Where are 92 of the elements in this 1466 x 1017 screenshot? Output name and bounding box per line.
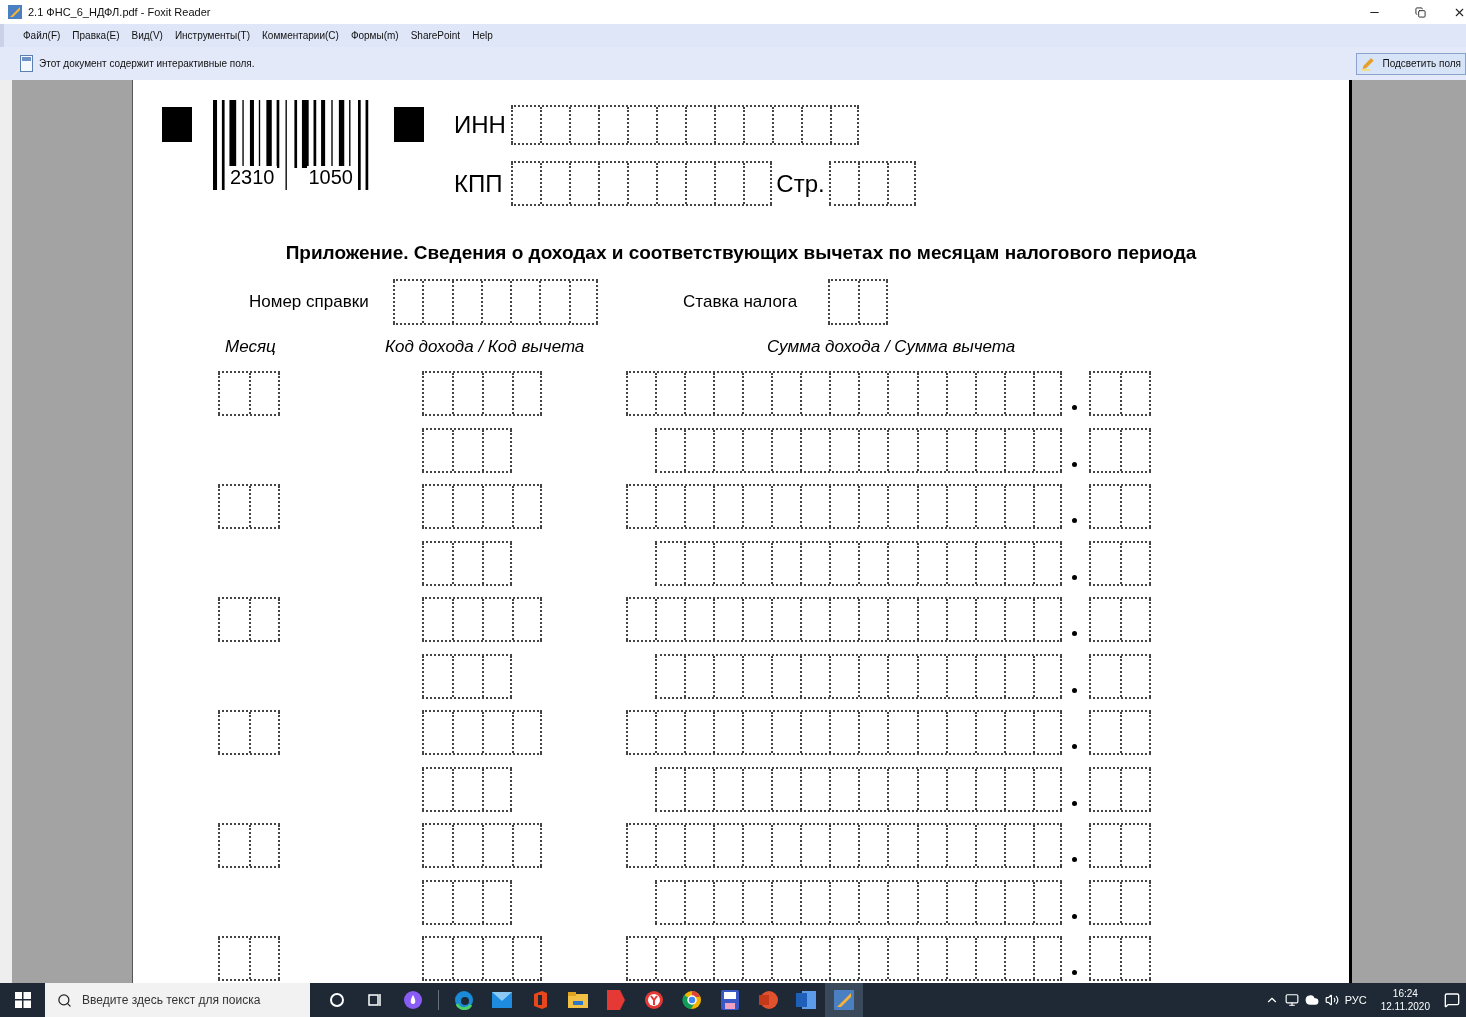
digit-cells-field[interactable] <box>422 371 542 416</box>
certificate-number-label: Номер справки <box>249 292 370 312</box>
menu-item[interactable]: Комментарии(C) <box>257 28 344 43</box>
digit-cells-field[interactable] <box>422 540 512 586</box>
digit-cells-field[interactable] <box>422 710 542 755</box>
clock-time[interactable]: 16:24 <box>1392 987 1418 1000</box>
digit-cells-field[interactable] <box>654 540 1062 586</box>
decimal-point-dot <box>1072 631 1077 636</box>
app-logo-icon <box>8 5 22 19</box>
digit-cells-field[interactable] <box>422 427 512 473</box>
digit-cells-field[interactable] <box>654 879 1062 925</box>
digit-cells-field[interactable] <box>422 766 512 812</box>
digit-cells-field[interactable] <box>1089 371 1151 416</box>
digit-cells-field[interactable] <box>1089 427 1151 473</box>
digit-cells-field[interactable] <box>1089 766 1151 812</box>
document-icon <box>20 55 33 72</box>
digit-cells-field[interactable] <box>218 823 280 868</box>
marker-square <box>394 107 424 142</box>
digit-cells-field[interactable] <box>218 597 280 642</box>
menu-item[interactable]: Инструменты(T) <box>169 28 255 43</box>
digit-cells-field[interactable] <box>625 936 1062 981</box>
tax-rate-label: Ставка налога <box>683 292 799 312</box>
digit-cells-field[interactable] <box>511 105 859 145</box>
decimal-point-dot <box>1072 913 1077 919</box>
digit-cells-field[interactable] <box>422 484 542 529</box>
cloud-icon[interactable] <box>1304 993 1319 1007</box>
digit-cells-field[interactable] <box>625 597 1062 642</box>
column-header: Месяц <box>225 337 277 357</box>
notifications-icon[interactable] <box>1444 992 1460 1008</box>
windows-logo-icon[interactable] <box>14 992 31 1008</box>
digit-cells-field[interactable] <box>654 427 1062 473</box>
search-icon[interactable] <box>57 992 72 1008</box>
digit-cells-field[interactable] <box>218 484 280 529</box>
digit-cells-field[interactable] <box>1089 710 1151 755</box>
menu-item[interactable]: Правка(E) <box>67 28 125 43</box>
digit-cells-field[interactable] <box>654 653 1062 699</box>
page-label: Стр. <box>775 169 826 198</box>
language-indicator[interactable]: РУС <box>1344 994 1367 1006</box>
digit-cells-field[interactable] <box>422 653 512 699</box>
decimal-point-dot <box>1072 800 1077 806</box>
decimal-point-dot <box>1072 970 1077 975</box>
decimal-point-dot <box>1072 744 1077 749</box>
digit-cells-field[interactable] <box>1089 823 1151 868</box>
restore-icon[interactable] <box>1414 6 1426 18</box>
network-icon[interactable] <box>1284 993 1299 1007</box>
inn-label: ИНН <box>454 111 507 139</box>
marker-square <box>162 107 192 142</box>
info-message: Этот документ содержит интерактивные поля. <box>39 58 256 69</box>
pdf-reader-icon[interactable] <box>825 983 863 1017</box>
digit-cells-field[interactable] <box>1089 540 1151 586</box>
digit-cells-field[interactable] <box>625 484 1062 529</box>
digit-cells-field[interactable] <box>1089 484 1151 529</box>
digit-cells-field[interactable] <box>1089 936 1151 981</box>
digit-cells-field[interactable] <box>654 766 1062 812</box>
decimal-point-dot <box>1072 857 1077 862</box>
digit-cells-field[interactable] <box>422 936 542 981</box>
taskbar-search-bar[interactable]: Введите здесь текст для поиска <box>45 983 310 1017</box>
digit-cells-field[interactable] <box>828 279 889 325</box>
digit-cells-field[interactable] <box>625 823 1062 868</box>
menu-item[interactable]: Файл(F) <box>18 28 66 43</box>
kpp-label: КПП <box>454 169 504 198</box>
search-input[interactable]: Введите здесь текст для поиска <box>80 992 304 1008</box>
digit-cells-field[interactable] <box>829 161 916 206</box>
menu-item[interactable]: SharePoint <box>405 28 466 43</box>
clock-date[interactable]: 12.11.2020 <box>1380 1000 1430 1013</box>
menu-item[interactable]: Формы(m) <box>345 28 404 43</box>
digit-cells-field[interactable] <box>1089 653 1151 699</box>
digit-cells-field[interactable] <box>218 371 280 416</box>
digit-cells-field[interactable] <box>625 710 1062 755</box>
digit-cells-field[interactable] <box>1089 597 1151 642</box>
digit-cells-field[interactable] <box>422 597 542 642</box>
column-header: Код дохода / Код вычета <box>385 337 586 357</box>
menu-item[interactable]: Вид(V) <box>126 28 168 43</box>
digit-cells-field[interactable] <box>422 879 512 925</box>
highlight-fields-button[interactable]: Подсветить поля <box>1356 52 1466 75</box>
digit-cells-field[interactable] <box>393 279 599 325</box>
digit-cells-field[interactable] <box>218 936 280 981</box>
decimal-point-dot <box>1072 574 1077 580</box>
decimal-point-dot <box>1072 405 1077 410</box>
decimal-point-dot <box>1072 518 1077 523</box>
digit-cells-field[interactable] <box>1089 879 1151 925</box>
column-header: Сумма дохода / Сумма вычета <box>767 337 1017 357</box>
digit-cells-field[interactable] <box>511 161 772 206</box>
window-title: 2.1 ФНС_6_НДФЛ.pdf - Foxit Reader <box>28 6 212 18</box>
digit-cells-field[interactable] <box>625 371 1062 416</box>
digit-cells-field[interactable] <box>218 710 280 755</box>
volume-icon[interactable] <box>1324 993 1339 1007</box>
form-title: Приложение. Сведения о доходах и соответствующих вычетах по месяцам налогового периода <box>284 242 1198 264</box>
decimal-point-dot <box>1072 461 1077 467</box>
digit-cells-field[interactable] <box>422 823 542 868</box>
menu-item[interactable]: Help <box>467 28 498 43</box>
decimal-point-dot <box>1072 687 1077 693</box>
